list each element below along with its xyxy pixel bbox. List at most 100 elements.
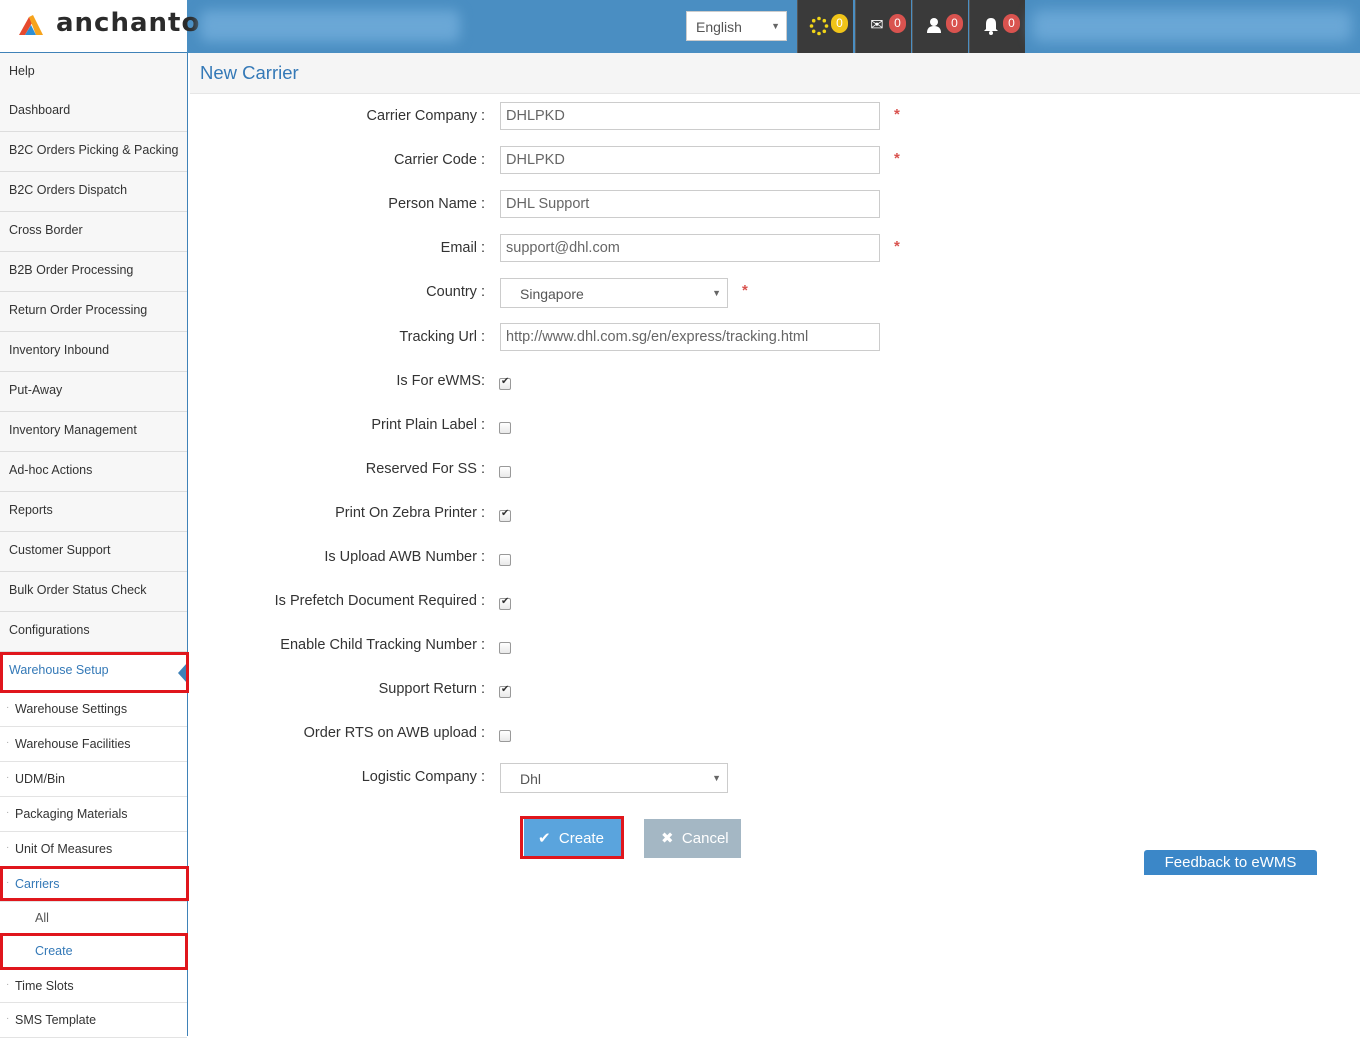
highlight-box — [520, 816, 624, 859]
user-icon — [927, 18, 941, 33]
sidebar-item-inventory-inbound[interactable]: Inventory Inbound — [0, 332, 187, 372]
anchanto-logo-icon — [19, 15, 43, 35]
email-input[interactable]: support@dhl.com — [500, 234, 880, 262]
bullet-icon: · — [6, 842, 10, 853]
logistic-company-label: Logistic Company : — [361, 769, 485, 785]
subitem-label: UDM/Bin — [15, 772, 66, 786]
subitem-warehouse-facilities[interactable]: · Warehouse Facilities — [0, 727, 187, 762]
tracking-url-label: Tracking Url : — [399, 329, 485, 345]
prefetch-doc-label: Is Prefetch Document Required : — [274, 593, 485, 609]
highlight-box — [0, 933, 188, 970]
bullet-icon: · — [6, 772, 10, 783]
loader-badge: 0 — [831, 14, 848, 33]
country-select[interactable]: Singapore ▼ — [500, 278, 728, 308]
subitem-label: Warehouse Facilities — [15, 737, 131, 751]
page-title: New Carrier — [200, 62, 299, 83]
sidebar-item-reports[interactable]: Reports — [0, 492, 187, 532]
sidebar-item-dashboard[interactable]: Dashboard — [0, 92, 187, 132]
is-upload-awb-label: Is Upload AWB Number : — [324, 549, 485, 565]
required-mark: * — [894, 238, 900, 255]
loader-button[interactable]: 0 — [797, 0, 853, 53]
required-mark: * — [742, 282, 748, 299]
sidebar-item-return-processing[interactable]: Return Order Processing — [0, 292, 187, 332]
blurred-area — [1032, 10, 1352, 42]
sidebar-item-inventory-management[interactable]: Inventory Management — [0, 412, 187, 452]
required-mark: * — [894, 150, 900, 167]
highlight-box — [0, 652, 189, 693]
sidebar-item-put-away[interactable]: Put-Away — [0, 372, 187, 412]
prefetch-doc-checkbox[interactable] — [499, 596, 511, 610]
carrier-code-input[interactable]: DHLPKD — [500, 146, 880, 174]
is-for-ewms-label: Is For eWMS: — [396, 373, 485, 389]
logo[interactable]: anchanto — [0, 0, 199, 53]
support-return-label: Support Return : — [378, 681, 485, 697]
page-header: New Carrier — [190, 53, 1360, 94]
subitem-unit-of-measures[interactable]: · Unit Of Measures — [0, 832, 187, 867]
top-header: anchanto English ▼ 0 ✉ 0 0 0 — [0, 0, 1360, 53]
support-return-checkbox[interactable] — [499, 684, 511, 698]
notifications-button[interactable]: 0 — [969, 0, 1025, 53]
bullet-icon: · — [6, 1013, 10, 1024]
messages-button[interactable]: ✉ 0 — [855, 0, 911, 53]
child-tracking-label: Enable Child Tracking Number : — [280, 637, 485, 653]
sidebar-item-adhoc-actions[interactable]: Ad-hoc Actions — [0, 452, 187, 492]
language-select[interactable]: English ▼ — [686, 11, 787, 41]
carrier-code-label: Carrier Code : — [393, 152, 485, 168]
close-icon: ✖ — [661, 830, 674, 847]
person-name-input[interactable]: DHL Support — [500, 190, 880, 218]
cancel-label: Cancel — [681, 830, 729, 847]
highlight-box — [0, 866, 189, 901]
subitem-label: Packaging Materials — [15, 807, 128, 821]
sidebar-item-customer-support[interactable]: Customer Support — [0, 532, 187, 572]
person-name-label: Person Name : — [388, 196, 485, 212]
messages-badge: 0 — [889, 14, 906, 33]
subitem-time-slots[interactable]: · Time Slots — [0, 968, 187, 1003]
users-button[interactable]: 0 — [912, 0, 968, 53]
sidebar-item-help[interactable]: Help — [0, 53, 187, 93]
tracking-url-input[interactable]: http://www.dhl.com.sg/en/express/trackin… — [500, 323, 880, 351]
is-upload-awb-checkbox[interactable] — [499, 554, 511, 566]
carriers-all[interactable]: All — [0, 902, 187, 935]
sidebar-item-b2b-processing[interactable]: B2B Order Processing — [0, 252, 187, 292]
sidebar-item-b2c-picking[interactable]: B2C Orders Picking & Packing — [0, 132, 187, 172]
order-rts-label: Order RTS on AWB upload : — [303, 725, 485, 741]
logistic-company-select[interactable]: Dhl ▼ — [500, 763, 728, 793]
sidebar-item-configurations[interactable]: Configurations — [0, 612, 187, 652]
reserved-for-ss-label: Reserved For SS : — [365, 461, 485, 477]
country-value: Singapore — [520, 286, 584, 302]
sidebar-item-b2c-dispatch[interactable]: B2C Orders Dispatch — [0, 172, 187, 212]
notifications-badge: 0 — [1003, 14, 1020, 33]
order-rts-checkbox[interactable] — [499, 730, 511, 742]
subitem-label: Warehouse Settings — [15, 702, 128, 716]
sidebar-item-bulk-order-status[interactable]: Bulk Order Status Check — [0, 572, 187, 612]
chevron-down-icon: ▼ — [771, 21, 780, 31]
print-on-zebra-checkbox[interactable] — [499, 508, 511, 522]
users-badge: 0 — [946, 14, 963, 33]
chevron-down-icon: ▼ — [712, 773, 721, 783]
email-label: Email : — [440, 240, 485, 256]
bullet-icon: · — [6, 979, 10, 990]
bullet-icon: · — [6, 702, 10, 713]
child-tracking-checkbox[interactable] — [499, 642, 511, 654]
reserved-for-ss-checkbox[interactable] — [499, 466, 511, 478]
bell-icon — [984, 18, 998, 35]
subitem-warehouse-settings[interactable]: · Warehouse Settings — [0, 692, 187, 727]
carrier-company-input[interactable]: DHLPKD — [500, 102, 880, 130]
carrier-company-label: Carrier Company : — [366, 108, 485, 124]
cancel-button[interactable]: ✖ Cancel — [644, 819, 741, 858]
subitem-udm-bin[interactable]: · UDM/Bin — [0, 762, 187, 797]
subitem-sms-template[interactable]: · SMS Template — [0, 1003, 187, 1038]
subitem-label: SMS Template — [15, 1013, 97, 1027]
blurred-area — [200, 10, 460, 42]
print-plain-label-checkbox[interactable] — [499, 422, 511, 434]
subitem-packaging-materials[interactable]: · Packaging Materials — [0, 797, 187, 832]
required-mark: * — [894, 106, 900, 123]
subitem-label: Time Slots — [15, 979, 74, 993]
country-label: Country : — [426, 284, 485, 300]
language-value: English — [696, 19, 742, 35]
sidebar-item-cross-border[interactable]: Cross Border — [0, 212, 187, 252]
feedback-button[interactable]: Feedback to eWMS — [1144, 850, 1317, 875]
bullet-icon: · — [6, 807, 10, 818]
bullet-icon: · — [6, 737, 10, 748]
is-for-ewms-checkbox[interactable] — [499, 376, 511, 390]
